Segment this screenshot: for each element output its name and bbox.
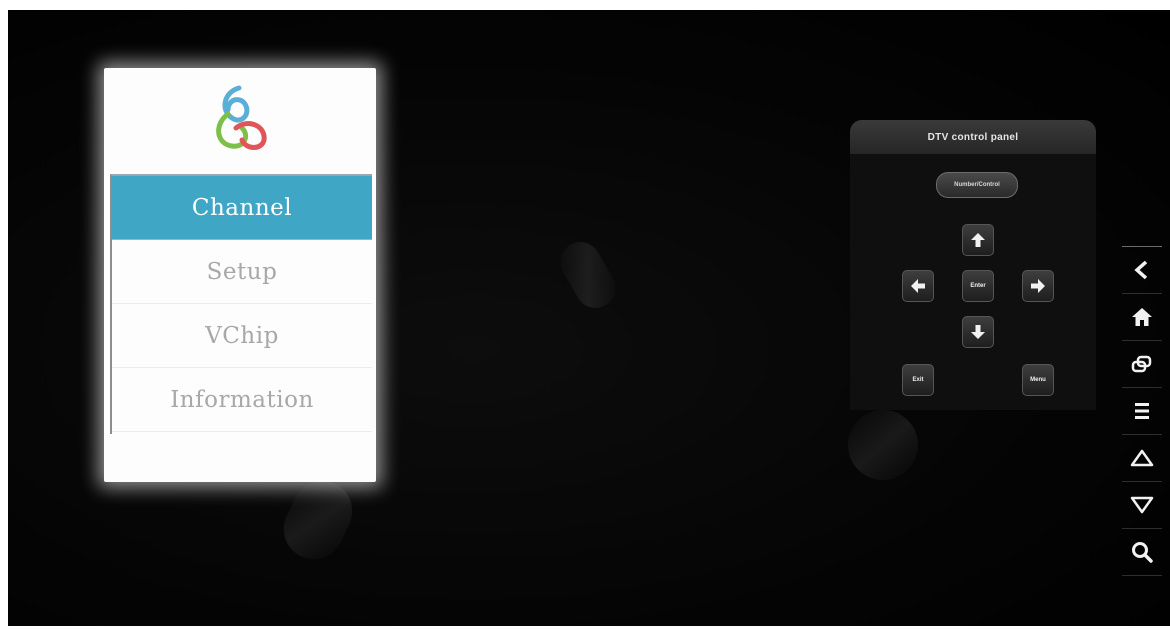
left-arrow-button[interactable] [902,270,934,302]
menu-item-channel[interactable]: Channel [112,176,372,240]
recent-apps-button[interactable] [1122,341,1162,388]
arrow-up-icon [971,233,985,247]
search-button[interactable] [1122,529,1162,576]
dtv-panel-title: DTV control panel [850,120,1096,154]
home-button[interactable] [1122,294,1162,341]
volume-up-icon [1130,449,1154,467]
menu-label: Menu [1030,377,1046,383]
screen-glare [838,400,928,490]
volume-down-icon [1130,496,1154,514]
enter-label: Enter [970,283,986,289]
menu-item-information[interactable]: Information [112,368,372,432]
menu-item-vchip[interactable]: VChip [112,304,372,368]
dtv-control-panel: DTV control panel Number/Control Enter E… [850,120,1096,410]
menu-button[interactable]: Menu [1022,364,1054,396]
app-logo-icon [216,85,267,150]
search-icon [1132,542,1153,563]
exit-button[interactable]: Exit [902,364,934,396]
arrow-right-icon [1031,279,1045,293]
menu-item-setup[interactable]: Setup [112,240,372,304]
arrow-down-icon [971,325,985,339]
exit-label: Exit [912,377,924,383]
up-arrow-button[interactable] [962,224,994,256]
menu-icon [1135,403,1149,419]
screen-glare [273,471,363,569]
menu-nav-button[interactable] [1122,388,1162,435]
back-icon [1134,260,1148,280]
system-nav-bar [1122,246,1162,581]
number-control-button[interactable]: Number/Control [936,172,1018,198]
screen-glare [553,234,623,316]
right-arrow-button[interactable] [1022,270,1054,302]
recent-apps-icon [1131,355,1152,373]
enter-button[interactable]: Enter [962,270,994,302]
down-arrow-button[interactable] [962,316,994,348]
home-icon [1132,308,1152,326]
back-button[interactable] [1122,247,1162,294]
volume-up-button[interactable] [1122,435,1162,482]
main-menu-panel: Channel Setup VChip Information [104,68,376,482]
arrow-left-icon [911,279,925,293]
volume-down-button[interactable] [1122,482,1162,529]
menu-list: Channel Setup VChip Information [110,174,372,434]
